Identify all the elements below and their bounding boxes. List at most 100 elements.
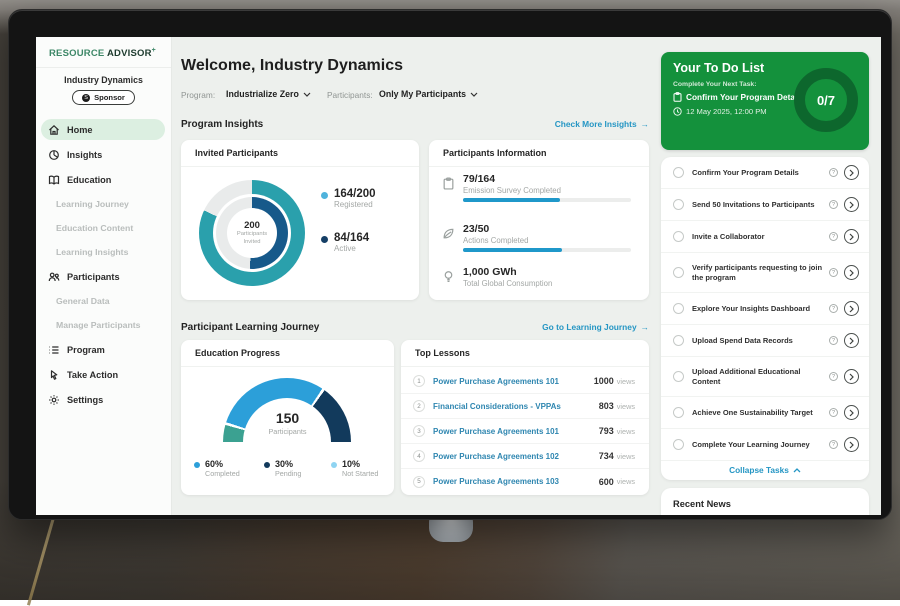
check-more-insights-link[interactable]: Check More Insights → — [555, 119, 649, 129]
lesson-link[interactable]: Power Purchase Agreements 101 — [433, 377, 594, 386]
program-icon — [48, 344, 61, 356]
sidebar-item-learning-insights[interactable]: Learning Insights — [36, 240, 171, 264]
legend-dot — [194, 462, 200, 468]
legend-dot — [331, 462, 337, 468]
survey-progress-bar — [463, 198, 631, 202]
task-row: Upload Spend Data Records ? — [661, 325, 869, 357]
card-title: Top Lessons — [415, 348, 470, 358]
actions-label: Actions Completed — [463, 236, 528, 245]
clock-icon — [673, 107, 682, 116]
sidebar-item-participants[interactable]: Participants — [36, 264, 171, 289]
task-checkbox[interactable] — [673, 303, 684, 314]
task-checkbox[interactable] — [673, 335, 684, 346]
lesson-row: 4 Power Purchase Agreements 102 734 view… — [401, 444, 649, 469]
collapse-tasks-link[interactable]: Collapse Tasks — [661, 461, 869, 479]
chevron-right-icon[interactable] — [844, 265, 859, 280]
program-insights-heading: Program Insights — [181, 119, 263, 130]
participants-filter-dropdown[interactable]: Only My Participants — [379, 89, 478, 99]
task-checkbox[interactable] — [673, 167, 684, 178]
dashboard-screen: RESOURCE ADVISOR+ Industry Dynamics S Sp… — [36, 37, 881, 515]
recent-news-card: Recent News — [661, 488, 869, 515]
chevron-down-icon — [303, 92, 311, 97]
task-checkbox[interactable] — [673, 407, 684, 418]
task-row: Complete Your Learning Journey ? — [661, 429, 869, 461]
lesson-row: 5 Power Purchase Agreements 103 600 view… — [401, 469, 649, 494]
education-icon — [48, 174, 61, 186]
task-checkbox[interactable] — [673, 231, 684, 242]
legend-registered: 164/200 Registered — [321, 188, 376, 209]
chevron-right-icon[interactable] — [844, 165, 859, 180]
sidebar-item-home[interactable]: Home — [36, 117, 171, 142]
sidebar-item-learning-journey[interactable]: Learning Journey — [36, 192, 171, 216]
task-row: Invite a Collaborator ? — [661, 221, 869, 253]
legend-dot — [321, 236, 328, 243]
program-filter-label: Program: — [181, 90, 215, 100]
rank-badge: 3 — [413, 425, 425, 437]
arrow-right-icon: → — [641, 322, 649, 332]
go-to-learning-journey-link[interactable]: Go to Learning Journey → — [542, 322, 649, 332]
sponsor-icon: S — [82, 94, 90, 102]
todo-due-date: 12 May 2025, 12:00 PM — [673, 107, 767, 116]
legend-not-started: 10% Not Started — [331, 459, 378, 478]
lesson-link[interactable]: Power Purchase Agreements 103 — [433, 477, 599, 486]
chevron-right-icon[interactable] — [844, 405, 859, 420]
legend-dot — [264, 462, 270, 468]
legend-dot — [321, 192, 328, 199]
sidebar-item-education[interactable]: Education — [36, 167, 171, 192]
program-filter-dropdown[interactable]: Industrialize Zero — [226, 89, 311, 99]
sidebar-item-manage-participants[interactable]: Manage Participants — [36, 313, 171, 337]
info-icon[interactable]: ? — [829, 372, 838, 381]
info-icon[interactable]: ? — [829, 200, 838, 209]
consumption-value: 1,000 GWh — [463, 266, 517, 278]
participants-filter-label: Participants: — [327, 90, 373, 100]
task-row: Verify participants requesting to join t… — [661, 253, 869, 293]
chevron-right-icon[interactable] — [844, 229, 859, 244]
chevron-right-icon[interactable] — [844, 437, 859, 452]
arrow-right-icon: → — [641, 119, 649, 129]
info-icon[interactable]: ? — [829, 440, 838, 449]
task-row: Explore Your Insights Dashboard ? — [661, 293, 869, 325]
task-checkbox[interactable] — [673, 371, 684, 382]
todo-tasks-card: Confirm Your Program Details ? Send 50 I… — [661, 157, 869, 480]
chevron-right-icon[interactable] — [844, 369, 859, 384]
donut-center-label: Participants — [237, 231, 267, 238]
info-icon[interactable]: ? — [829, 304, 838, 313]
survey-icon — [442, 177, 455, 190]
task-checkbox[interactable] — [673, 439, 684, 450]
sponsor-badge[interactable]: S Sponsor — [72, 90, 135, 105]
invited-participants-donut: 200 Participants Invited — [199, 180, 305, 286]
rank-badge: 4 — [413, 450, 425, 462]
task-row: Upload Additional Educational Content ? — [661, 357, 869, 397]
sidebar-item-education-content[interactable]: Education Content — [36, 216, 171, 240]
actions-icon — [442, 227, 455, 240]
rank-badge: 1 — [413, 375, 425, 387]
info-icon[interactable]: ? — [829, 168, 838, 177]
info-icon[interactable]: ? — [829, 268, 838, 277]
sidebar-item-insights[interactable]: Insights — [36, 142, 171, 167]
settings-icon — [48, 394, 61, 406]
sidebar-divider — [36, 67, 171, 68]
task-checkbox[interactable] — [673, 267, 684, 278]
legend-active: 84/164 Active — [321, 232, 369, 253]
lesson-link[interactable]: Power Purchase Agreements 102 — [433, 452, 599, 461]
participants-icon — [48, 271, 61, 283]
lesson-link[interactable]: Power Purchase Agreements 101 — [433, 427, 599, 436]
sidebar-item-settings[interactable]: Settings — [36, 387, 171, 412]
info-icon[interactable]: ? — [829, 232, 838, 241]
info-icon[interactable]: ? — [829, 408, 838, 417]
lesson-link[interactable]: Financial Considerations - VPPAs — [433, 402, 599, 411]
donut-center-label: Invited — [243, 239, 260, 246]
actions-value: 23/50 — [463, 223, 489, 235]
chevron-right-icon[interactable] — [844, 301, 859, 316]
take-action-icon — [48, 369, 61, 381]
info-icon[interactable]: ? — [829, 336, 838, 345]
card-title: Education Progress — [195, 348, 280, 358]
chevron-right-icon[interactable] — [844, 333, 859, 348]
todo-title: Your To Do List — [673, 61, 764, 75]
task-checkbox[interactable] — [673, 199, 684, 210]
sidebar-item-program[interactable]: Program — [36, 337, 171, 362]
chevron-right-icon[interactable] — [844, 197, 859, 212]
sidebar-item-general-data[interactable]: General Data — [36, 289, 171, 313]
sidebar: RESOURCE ADVISOR+ Industry Dynamics S Sp… — [36, 37, 172, 515]
sidebar-item-take-action[interactable]: Take Action — [36, 362, 171, 387]
